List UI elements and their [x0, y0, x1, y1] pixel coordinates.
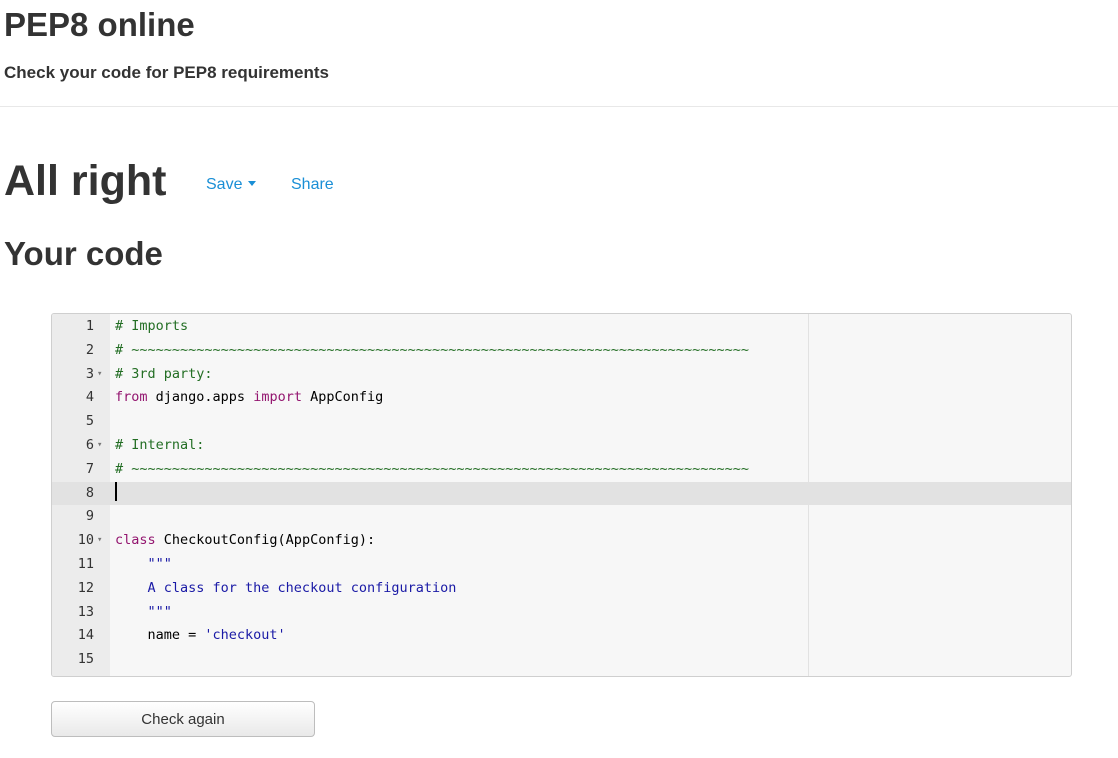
code-line[interactable]: 10 ▾ class CheckoutConfig(AppConfig):	[52, 529, 1071, 553]
text-cursor	[115, 481, 117, 501]
line-number: 2	[85, 341, 94, 358]
fold-arrow-icon[interactable]: ▾	[97, 529, 102, 553]
line-number: 9	[85, 508, 94, 525]
fold-arrow-icon[interactable]: ▾	[97, 434, 102, 458]
fold-arrow-icon[interactable]: ▾	[97, 363, 102, 387]
line-code: class CheckoutConfig(AppConfig):	[115, 532, 376, 549]
your-code-title: Your code	[4, 235, 163, 272]
line-number: 10	[77, 532, 94, 549]
line-code: # ~~~~~~~~~~~~~~~~~~~~~~~~~~~~~~~~~~~~~~…	[115, 460, 749, 477]
line-number: 7	[85, 460, 94, 477]
code-line[interactable]: 4 from django.apps import AppConfig	[52, 386, 1071, 410]
check-again-button[interactable]: Check again	[51, 701, 315, 737]
site-title: PEP8 online	[4, 6, 195, 43]
line-code: """	[115, 555, 172, 572]
line-number: 11	[77, 555, 94, 572]
line-number: 13	[77, 603, 94, 620]
save-dropdown-link[interactable]: Save	[206, 175, 257, 195]
code-line[interactable]: 2 # ~~~~~~~~~~~~~~~~~~~~~~~~~~~~~~~~~~~~…	[52, 339, 1071, 363]
line-number: 3	[85, 365, 94, 382]
share-link[interactable]: Share	[291, 175, 334, 195]
line-code: # ~~~~~~~~~~~~~~~~~~~~~~~~~~~~~~~~~~~~~~…	[115, 341, 749, 358]
code-line[interactable]: 11 """	[52, 553, 1071, 577]
code-line[interactable]: 3 ▾ # 3rd party:	[52, 363, 1071, 387]
header-divider	[0, 106, 1118, 107]
line-number: 6	[85, 436, 94, 453]
code-line[interactable]: 7 # ~~~~~~~~~~~~~~~~~~~~~~~~~~~~~~~~~~~~…	[52, 458, 1071, 482]
line-number: 15	[77, 651, 94, 668]
code-line[interactable]: 5	[52, 410, 1071, 434]
line-code: from django.apps import AppConfig	[115, 389, 384, 406]
site-subtitle: Check your code for PEP8 requirements	[4, 63, 329, 82]
line-number: 5	[85, 413, 94, 430]
line-code: # Imports	[115, 318, 189, 334]
line-number: 14	[77, 627, 94, 644]
line-code: A class for the checkout configuration	[115, 579, 457, 596]
result-title: All right	[4, 157, 167, 205]
line-number: 4	[85, 389, 94, 406]
code-line[interactable]: 6 ▾ # Internal:	[52, 434, 1071, 458]
code-line[interactable]: 13 """	[52, 601, 1071, 625]
line-number: 12	[77, 579, 94, 596]
code-line[interactable]: 14 name = 'checkout'	[52, 624, 1071, 648]
code-line[interactable]: 9	[52, 505, 1071, 529]
code-line[interactable]: 1 # Imports	[52, 315, 1071, 339]
line-code: """	[115, 603, 172, 620]
line-code: # 3rd party:	[115, 365, 213, 382]
caret-down-icon	[248, 181, 257, 186]
line-number: 8	[85, 484, 94, 501]
line-code	[115, 481, 117, 506]
line-code: # Internal:	[115, 436, 205, 453]
code-line[interactable]: 12 A class for the checkout configuratio…	[52, 577, 1071, 601]
line-number: 1	[85, 318, 94, 334]
code-line[interactable]: 15	[52, 648, 1071, 672]
code-line-active[interactable]: 8	[52, 481, 1071, 506]
line-code: name = 'checkout'	[115, 627, 286, 644]
save-label: Save	[206, 176, 243, 193]
code-editor[interactable]: 1 # Imports 2 # ~~~~~~~~~~~~~~~~~~~~~~~~…	[51, 313, 1072, 677]
